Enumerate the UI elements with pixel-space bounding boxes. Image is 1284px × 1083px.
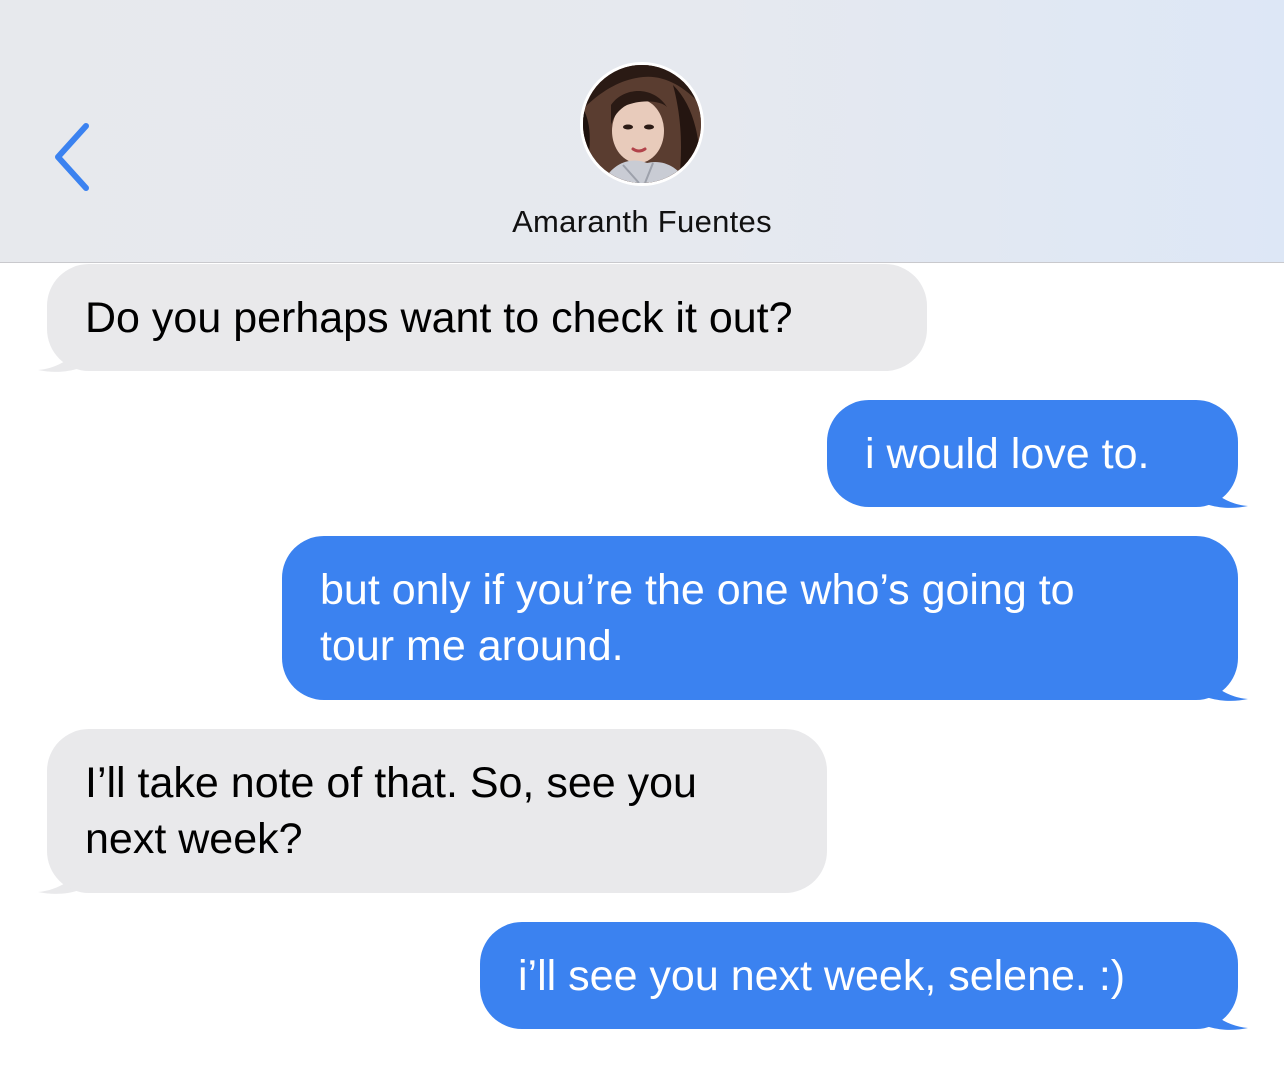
message-bubble-outgoing[interactable]: but only if you’re the one who’s going t… [282, 536, 1238, 700]
messages-screen: Amaranth Fuentes Do you perhaps want to … [0, 0, 1284, 1083]
message-bubble-incoming[interactable]: Do you perhaps want to check it out? [47, 264, 927, 371]
back-button[interactable] [38, 112, 108, 202]
message-text: I’ll take note of that. So, see you next… [85, 759, 697, 863]
message-bubble-outgoing[interactable]: i’ll see you next week, selene. :) [480, 922, 1238, 1029]
message-bubble-outgoing[interactable]: i would love to. [827, 400, 1238, 507]
chevron-left-icon [55, 123, 89, 191]
message-text: i’ll see you next week, selene. :) [518, 951, 1126, 1000]
contact-avatar[interactable] [580, 62, 704, 186]
message-text: i would love to. [865, 429, 1150, 478]
contact-name[interactable]: Amaranth Fuentes [0, 204, 1284, 240]
message-bubble-incoming[interactable]: I’ll take note of that. So, see you next… [47, 729, 827, 893]
message-text: but only if you’re the one who’s going t… [320, 566, 1075, 670]
conversation-header: Amaranth Fuentes [0, 0, 1284, 263]
message-text: Do you perhaps want to check it out? [85, 293, 793, 342]
